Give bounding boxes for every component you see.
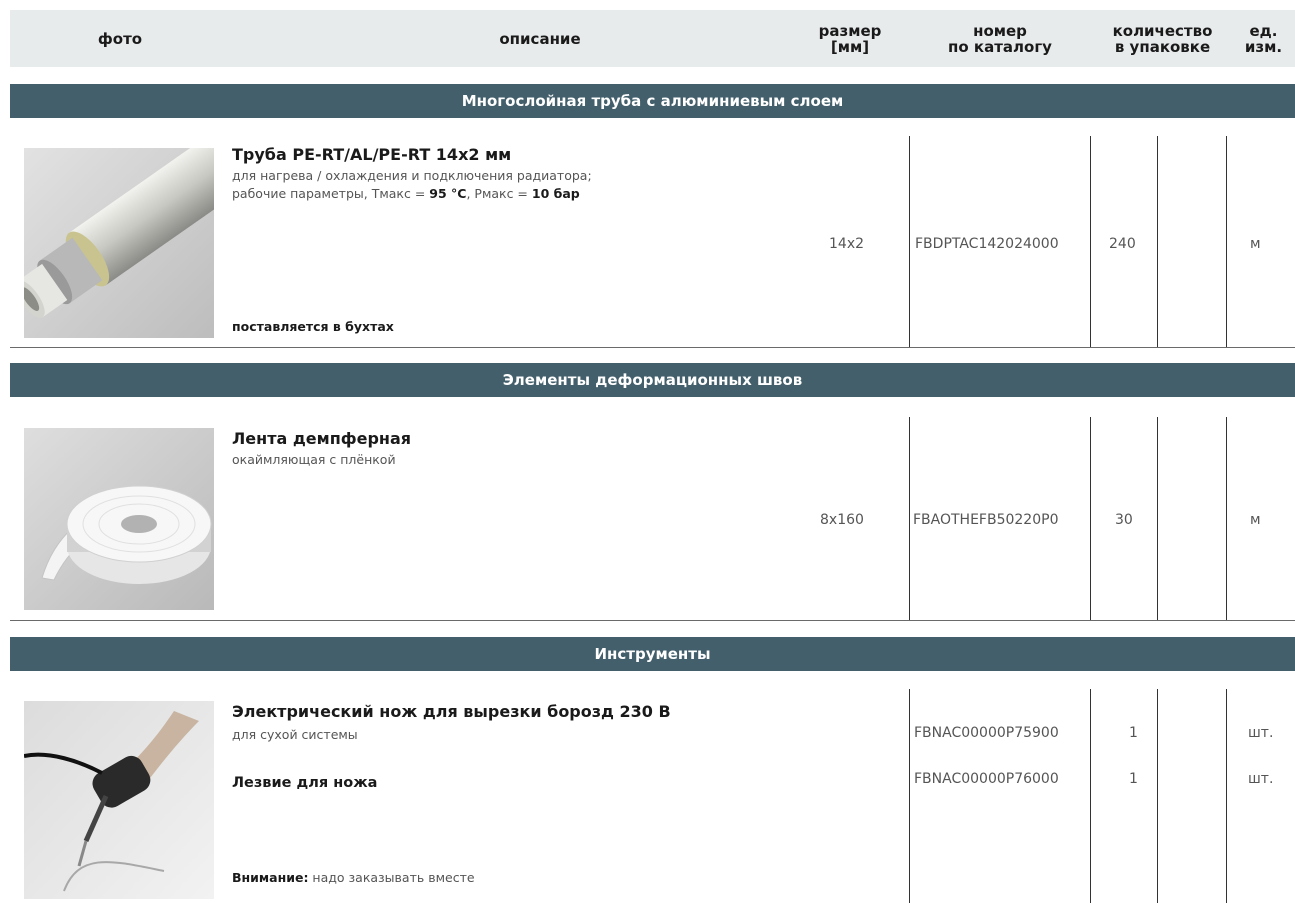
note-warning-text: надо заказывать вместе: [308, 870, 475, 885]
unit-cell: м: [1250, 512, 1261, 528]
header-qty: количество в упаковке: [1090, 10, 1235, 67]
header-size-line2: [мм]: [830, 37, 870, 56]
divider: [1226, 689, 1227, 903]
divider: [1226, 417, 1227, 621]
row-divider: [10, 620, 1295, 621]
unit-cell: м: [1250, 236, 1261, 252]
product-title-pipe: Труба PE-RT/AL/PE-RT 14x2 мм: [232, 145, 512, 164]
unit-cell-blade: шт.: [1248, 771, 1274, 787]
header-size: размер [мм]: [800, 10, 900, 67]
section-header-tools: Инструменты: [10, 637, 1295, 671]
header-catalog: номер по каталогу: [910, 10, 1090, 67]
table-header: фото описание размер [мм] номер по катал…: [10, 10, 1295, 67]
product-row-knife: Электрический нож для вырезки борозд 230…: [10, 671, 1295, 903]
params-label: рабочие параметры, Tмакс =: [232, 186, 430, 201]
multilayer-pipe-photo-icon: [24, 148, 214, 338]
section-header-expansion: Элементы деформационных швов: [10, 363, 1295, 397]
divider: [909, 136, 910, 348]
header-catalog-line2: по каталогу: [948, 37, 1052, 56]
qty-cell-blade: 1: [1129, 771, 1138, 787]
pmax-value: 10 бар: [531, 186, 580, 201]
size-cell: 8x160: [820, 512, 864, 528]
header-qty-line1: количество: [1112, 21, 1213, 40]
unit-cell-knife: шт.: [1248, 725, 1274, 741]
catalog-cell: FBAOTHEFB50220P0: [913, 512, 1059, 528]
product-title-knife: Электрический нож для вырезки борозд 230…: [232, 702, 671, 721]
size-cell: 14x2: [829, 236, 865, 252]
product-title-blade: Лезвие для ножа: [232, 775, 378, 791]
product-desc-knife: для сухой системы: [232, 727, 358, 742]
section-header-pipe: Многослойная труба с алюминиевым слоем: [10, 84, 1295, 118]
pmax-label: , Pмакс =: [466, 186, 532, 201]
product-row-damper-tape: Лента демпферная окаймляющая с плёнкой 8…: [10, 397, 1295, 621]
divider: [1090, 136, 1091, 348]
product-desc-pipe: для нагрева / охлаждения и подключения р…: [232, 167, 592, 203]
divider: [909, 417, 910, 621]
qty-cell: 30: [1115, 512, 1133, 528]
divider: [1226, 136, 1227, 348]
catalog-cell-knife: FBNAC00000P75900: [914, 725, 1059, 741]
product-note-knife: Внимание: надо заказывать вместе: [232, 870, 475, 885]
product-desc-line2: рабочие параметры, Tмакс = 95 °C, Pмакс …: [232, 185, 592, 203]
product-note-pipe: поставляется в бухтах: [232, 319, 394, 334]
qty-cell-knife: 1: [1129, 725, 1138, 741]
header-catalog-line1: номер: [973, 21, 1027, 40]
divider: [1157, 136, 1158, 348]
row-divider: [10, 347, 1295, 348]
product-desc-line1: для нагрева / охлаждения и подключения р…: [232, 168, 592, 183]
header-photo: фото: [97, 29, 143, 48]
divider: [909, 689, 910, 903]
catalog-cell: FBDPTAC142024000: [915, 236, 1059, 252]
damper-tape-roll-photo-icon: [24, 428, 214, 610]
divider: [1090, 417, 1091, 621]
qty-cell: 240: [1109, 236, 1136, 252]
product-title-damper-tape: Лента демпферная: [232, 429, 412, 448]
electric-knife-photo-icon: [24, 701, 214, 899]
divider: [1157, 417, 1158, 621]
divider: [1157, 689, 1158, 903]
divider: [1090, 689, 1091, 903]
header-description: описание: [499, 29, 581, 48]
header-size-line1: размер: [818, 21, 882, 40]
product-row-pipe: Труба PE-RT/AL/PE-RT 14x2 мм для нагрева…: [10, 118, 1295, 348]
header-unit: ед. изм.: [1244, 21, 1283, 56]
header-qty-line2: в упаковке: [1114, 37, 1211, 56]
tmax-value: 95 °C: [429, 186, 467, 201]
product-desc-damper-tape: окаймляющая с плёнкой: [232, 452, 396, 467]
note-warning-label: Внимание:: [232, 870, 309, 885]
catalog-cell-blade: FBNAC00000P76000: [914, 771, 1059, 787]
